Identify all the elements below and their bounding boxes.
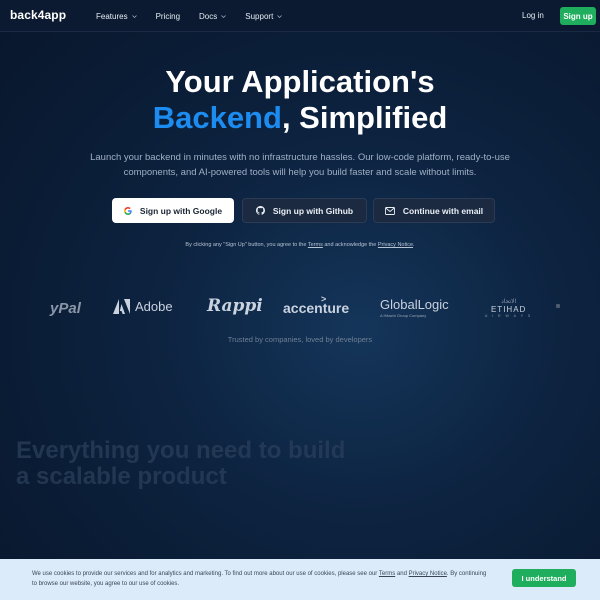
privacy-link[interactable]: Privacy Notice	[378, 242, 413, 248]
accenture-wordmark: accenture	[283, 300, 350, 316]
hero-title-line2: Backend, Simplified	[0, 100, 600, 136]
chevron-down-icon	[131, 14, 137, 18]
signup-consent: By clicking any "Sign Up" button, you ag…	[0, 242, 600, 248]
globallogic-wordmark: GlobalLogic	[380, 297, 449, 312]
nav-menu: Features Pricing Docs Support	[96, 0, 301, 32]
consent-prefix: By clicking any "Sign Up" button, you ag…	[185, 242, 307, 248]
chevron-down-icon	[221, 14, 227, 18]
cookie-text-and: and	[396, 571, 407, 577]
google-icon	[123, 206, 132, 215]
adobe-wordmark: Adobe	[135, 299, 173, 314]
signup-button[interactable]: Sign up	[560, 7, 596, 25]
partial-logo	[556, 304, 560, 308]
github-signup-label: Sign up with Github	[272, 205, 354, 216]
cookie-banner: We use cookies to provide our services a…	[0, 559, 600, 600]
etihad-arabic: الاتحاد	[501, 299, 517, 305]
trusted-caption: Trusted by companies, loved by developer…	[227, 335, 373, 344]
etihad-logo: الاتحاد ETIHAD A I R W A Y S	[485, 298, 532, 318]
etihad-subtitle: A I R W A Y S	[485, 314, 533, 318]
consent-suffix: .	[413, 242, 415, 248]
top-navbar: back4app Features Pricing Docs Support L…	[0, 0, 600, 32]
github-icon	[255, 206, 265, 215]
hero-title: Your Application's Backend, Simplified	[0, 64, 600, 136]
nav-item-features[interactable]: Features	[96, 12, 137, 21]
adobe-logo: Adobe	[113, 299, 173, 314]
consent-middle: and acknowledge the	[324, 242, 377, 248]
cookie-privacy-link[interactable]: Privacy Notice	[409, 571, 447, 577]
customer-logos: yPal Adobe Rappi accenture > GlobalLogic…	[0, 292, 600, 326]
hero-title-rest: , Simplified	[281, 100, 448, 135]
section-heading: Everything you need to build a scalable …	[16, 437, 346, 490]
google-signup-button[interactable]: Sign up with Google	[112, 198, 234, 223]
etihad-wordmark: ETIHAD	[490, 305, 527, 314]
paypal-logo: yPal	[50, 300, 81, 317]
hero-title-line1: Your Application's	[165, 64, 435, 99]
email-signup-label: Continue with email	[402, 205, 484, 216]
github-signup-button[interactable]: Sign up with Github	[242, 198, 367, 223]
login-link[interactable]: Log in	[522, 11, 544, 20]
accenture-mark: >	[321, 294, 327, 304]
mail-icon	[384, 206, 395, 215]
globallogic-subtitle: A Hitachi Group Company	[380, 313, 427, 318]
accenture-logo: accenture >	[283, 294, 350, 316]
cookie-text-prefix: We use cookies to provide our services a…	[32, 571, 378, 577]
nav-item-label: Docs	[199, 11, 218, 21]
google-signup-label: Sign up with Google	[139, 205, 223, 216]
nav-item-label: Pricing	[155, 11, 181, 21]
chevron-down-icon	[277, 14, 283, 18]
cookie-text: We use cookies to provide our services a…	[32, 570, 492, 589]
accept-cookies-button[interactable]: I understand	[512, 569, 576, 587]
hero-title-highlight: Backend	[152, 100, 282, 135]
adobe-icon	[113, 299, 130, 314]
terms-link[interactable]: Terms	[308, 242, 323, 248]
email-signup-button[interactable]: Continue with email	[373, 198, 495, 223]
nav-item-label: Features	[96, 11, 128, 21]
nav-item-docs[interactable]: Docs	[199, 11, 227, 21]
hero-description: Launch your backend in minutes with no i…	[90, 152, 510, 178]
nav-item-pricing[interactable]: Pricing	[156, 12, 180, 21]
rappi-logo: Rappi	[207, 296, 263, 316]
globallogic-logo: GlobalLogic A Hitachi Group Company	[380, 297, 449, 318]
nav-item-label: Support	[245, 11, 274, 21]
nav-item-support[interactable]: Support	[245, 11, 283, 21]
logo[interactable]: back4app	[10, 8, 66, 22]
cookie-terms-link[interactable]: Terms	[379, 571, 395, 577]
